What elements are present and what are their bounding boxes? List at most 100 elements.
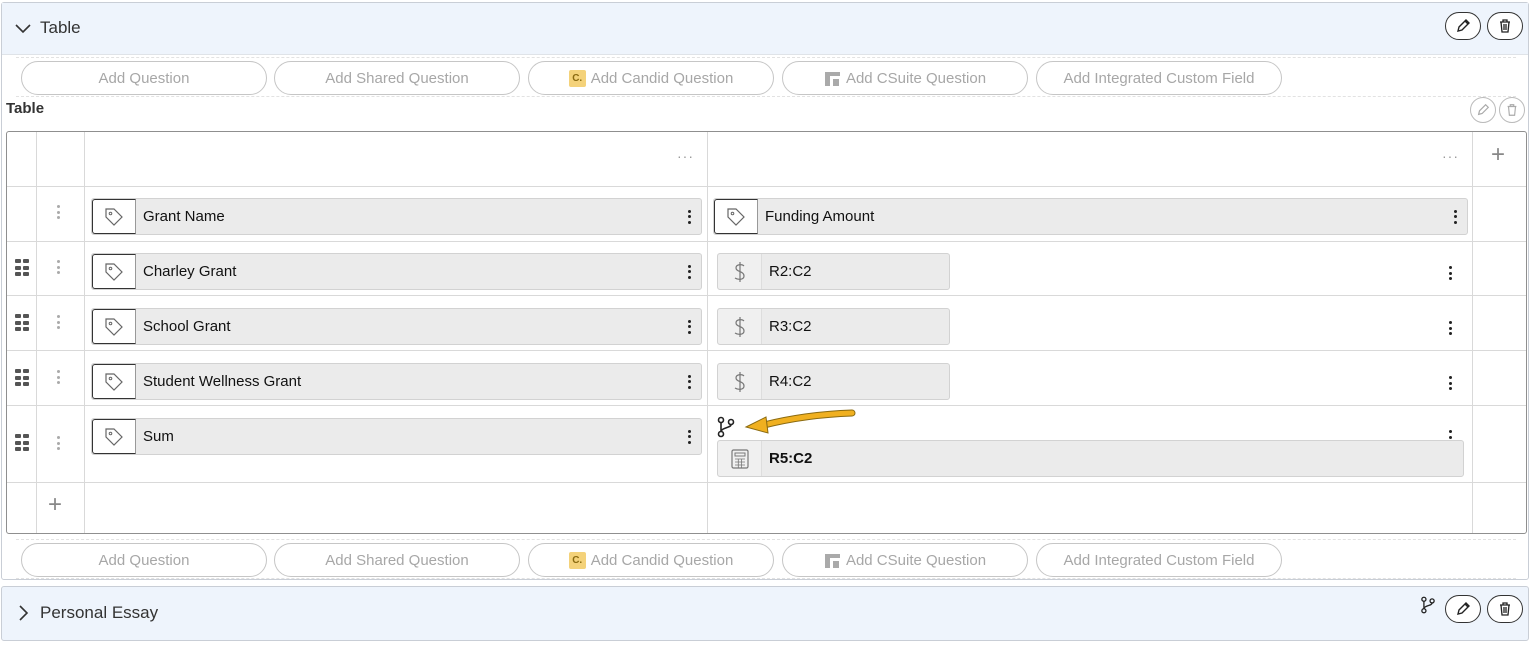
edit-section-button[interactable]	[1445, 12, 1481, 40]
add-question-button[interactable]: Add Question	[21, 543, 267, 577]
add-question-label: Add Question	[98, 69, 190, 87]
column-2-menu[interactable]: ···	[1442, 148, 1459, 164]
row-value-text: R2:C2	[769, 263, 812, 280]
tag-icon	[92, 364, 136, 399]
add-shared-question-label: Add Shared Question	[325, 551, 469, 569]
cell-menu[interactable]	[687, 374, 691, 389]
grid-divider	[7, 186, 1526, 187]
grid-divider	[7, 350, 1526, 351]
edit-question-button[interactable]	[1470, 97, 1496, 123]
row-label-text: Student Wellness Grant	[143, 373, 302, 390]
delete-section-button[interactable]	[1487, 595, 1523, 623]
row-value-cell[interactable]: R3:C2	[717, 308, 950, 345]
add-csuite-question-label: Add CSuite Question	[845, 69, 987, 87]
section-title-text: Table	[40, 18, 81, 37]
add-integrated-custom-field-label: Add Integrated Custom Field	[1063, 551, 1255, 569]
chevron-right-icon[interactable]	[14, 604, 32, 622]
drag-handle-icon[interactable]	[15, 369, 29, 387]
header-cell-text: Grant Name	[143, 208, 225, 225]
pencil-icon	[1457, 602, 1470, 615]
row-value-text: R3:C2	[769, 318, 812, 335]
add-candid-question-button[interactable]: C. Add Candid Question	[528, 61, 774, 95]
add-shared-question-label: Add Shared Question	[325, 69, 469, 87]
row-menu[interactable]	[56, 315, 60, 329]
row-label-cell[interactable]: Sum	[91, 418, 702, 455]
grid-divider	[84, 132, 85, 533]
chevron-down-icon[interactable]	[14, 19, 32, 37]
edit-section-button[interactable]	[1445, 595, 1481, 623]
add-integrated-custom-field-label: Add Integrated Custom Field	[1063, 69, 1255, 87]
header-cell-grant-name[interactable]: Grant Name	[91, 198, 702, 235]
row-label-cell[interactable]: Charley Grant	[91, 253, 702, 290]
add-question-label: Add Question	[98, 551, 190, 569]
drag-handle-icon[interactable]	[15, 434, 29, 452]
drag-handle-icon[interactable]	[15, 314, 29, 332]
header-cell-funding-amount[interactable]: Funding Amount	[713, 198, 1468, 235]
delete-section-button[interactable]	[1487, 12, 1523, 40]
row-value-cell[interactable]: R4:C2	[717, 363, 950, 400]
trash-icon	[1507, 104, 1517, 116]
row-label-cell[interactable]: School Grant	[91, 308, 702, 345]
dollar-icon	[718, 309, 762, 344]
row-menu[interactable]	[56, 370, 60, 384]
column-1-menu[interactable]: ···	[677, 148, 694, 164]
personal-essay-section[interactable]: Personal Essay	[1, 586, 1529, 641]
add-shared-question-button[interactable]: Add Shared Question	[274, 61, 520, 95]
add-csuite-question-button[interactable]: Add CSuite Question	[782, 61, 1028, 95]
add-row-button[interactable]: +	[48, 491, 62, 519]
csuite-icon	[824, 553, 840, 568]
cell-menu[interactable]	[687, 319, 691, 334]
cell-menu[interactable]	[1448, 321, 1452, 335]
grid-divider	[1472, 132, 1473, 533]
table-section-header[interactable]: Table	[2, 3, 1528, 55]
branch-logic-icon[interactable]	[1420, 596, 1436, 614]
tag-icon	[92, 199, 136, 234]
add-candid-question-label: Add Candid Question	[590, 551, 734, 569]
tag-icon	[92, 419, 136, 454]
add-integrated-custom-field-button[interactable]: Add Integrated Custom Field	[1036, 61, 1282, 95]
table-grid: ··· ··· + Grant Name Funding Amount Char…	[6, 131, 1527, 534]
calculator-icon	[718, 441, 762, 476]
row-label-text: School Grant	[143, 318, 231, 335]
add-candid-question-label: Add Candid Question	[590, 69, 734, 87]
row-label-cell[interactable]: Student Wellness Grant	[91, 363, 702, 400]
add-csuite-question-button[interactable]: Add CSuite Question	[782, 543, 1028, 577]
add-csuite-question-label: Add CSuite Question	[845, 551, 987, 569]
add-shared-question-button[interactable]: Add Shared Question	[274, 543, 520, 577]
delete-question-button[interactable]	[1499, 97, 1525, 123]
cell-menu[interactable]	[687, 264, 691, 279]
cell-menu[interactable]	[1453, 209, 1457, 224]
add-question-toolbar-top: Add Question Add Shared Question C. Add C…	[16, 57, 1516, 97]
row-menu[interactable]	[56, 205, 60, 219]
add-integrated-custom-field-button[interactable]: Add Integrated Custom Field	[1036, 543, 1282, 577]
row-menu[interactable]	[56, 436, 60, 450]
trash-icon	[1500, 19, 1510, 33]
grid-divider	[7, 241, 1526, 242]
branch-logic-icon[interactable]	[717, 416, 735, 438]
table-section: Table Add Question Add Shared Question C…	[1, 2, 1529, 580]
section-title[interactable]: Personal Essay	[14, 603, 158, 623]
add-candid-question-button[interactable]: C. Add Candid Question	[528, 543, 774, 577]
table-question-label: Table	[6, 100, 45, 117]
section-title[interactable]: Table	[14, 18, 81, 38]
row-label-text: Charley Grant	[143, 263, 237, 280]
header-cell-text: Funding Amount	[765, 208, 875, 225]
cell-menu[interactable]	[687, 209, 691, 224]
add-question-toolbar-bottom: Add Question Add Shared Question C. Add C…	[16, 539, 1516, 579]
add-question-button[interactable]: Add Question	[21, 61, 267, 95]
row-value-cell[interactable]: R2:C2	[717, 253, 950, 290]
candid-icon: C.	[568, 551, 586, 569]
candid-icon: C.	[568, 69, 586, 87]
trash-icon	[1500, 602, 1510, 616]
cell-menu[interactable]	[687, 429, 691, 444]
grid-divider	[7, 482, 1526, 483]
row-value-text: R5:C2	[769, 450, 813, 467]
cell-menu[interactable]	[1448, 376, 1452, 390]
drag-handle-icon[interactable]	[15, 259, 29, 277]
tag-icon	[714, 199, 758, 234]
row-value-cell-calculated[interactable]: R5:C2	[717, 440, 1464, 477]
grid-divider	[7, 405, 1526, 406]
cell-menu[interactable]	[1448, 266, 1452, 280]
row-menu[interactable]	[56, 260, 60, 274]
add-column-button[interactable]: +	[1491, 141, 1505, 169]
